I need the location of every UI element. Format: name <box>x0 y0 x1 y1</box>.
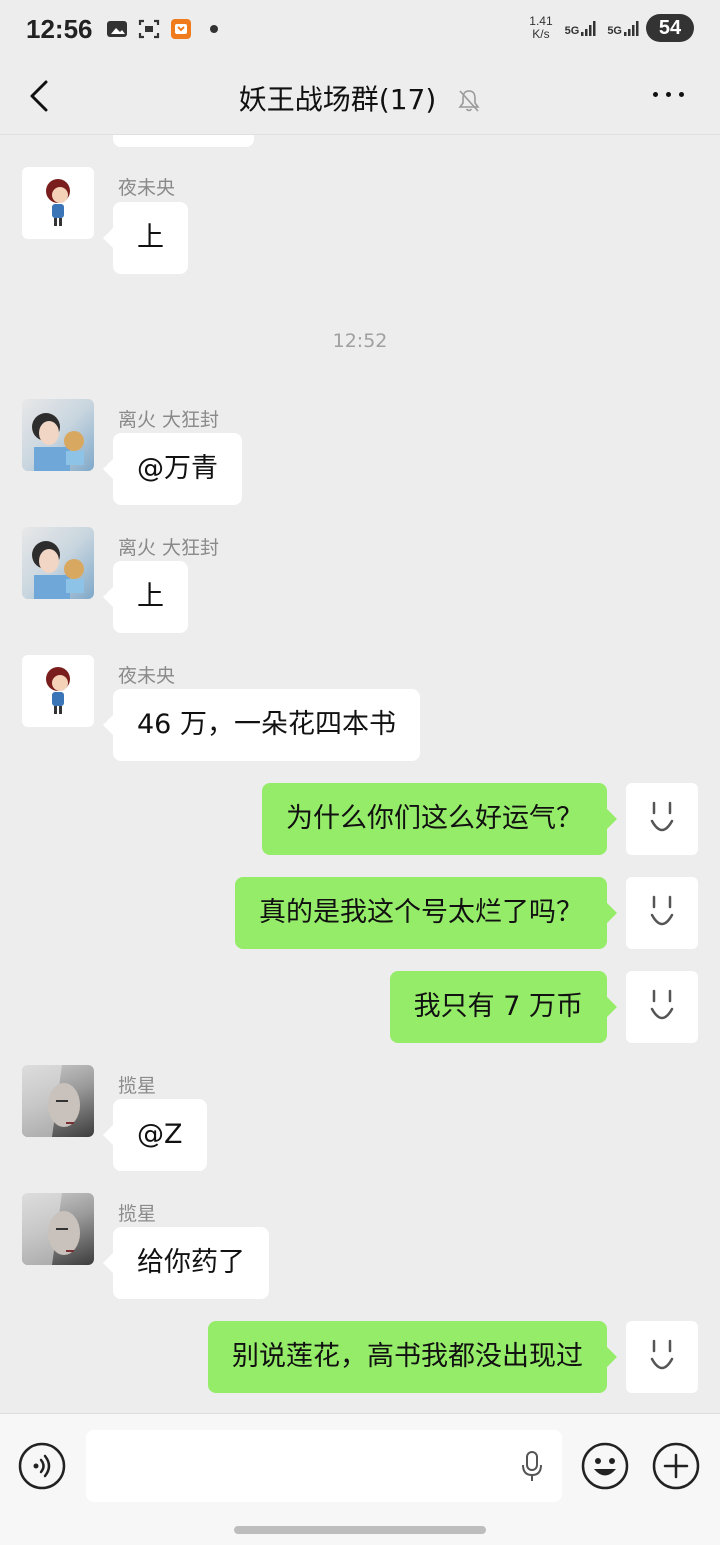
chat-header: 妖王战场群(17) <box>0 64 720 135</box>
sender-name: 揽星 <box>118 1203 157 1225</box>
message-bubble[interactable]: 为什么你们这么好运气？ <box>262 783 617 855</box>
message-bubble[interactable]: 我只有 7 万币 <box>389 971 618 1043</box>
home-indicator[interactable] <box>234 1526 486 1534</box>
voice-icon[interactable] <box>18 1442 66 1490</box>
mic-icon[interactable] <box>520 1450 544 1484</box>
network-type-1: 5G <box>564 25 580 37</box>
avatar[interactable] <box>626 783 698 855</box>
sender-name: 夜未央 <box>118 177 176 199</box>
avatar[interactable] <box>626 1321 698 1393</box>
signal-icon <box>624 21 639 36</box>
avatar[interactable] <box>22 167 94 239</box>
more-horizontal-icon[interactable] <box>653 92 684 97</box>
chat-title: 妖王战场群(17) <box>238 83 437 116</box>
message-bubble[interactable]: 上 <box>103 202 188 274</box>
signal-group-2: 5G <box>607 19 640 37</box>
message-bubble[interactable]: 真的是我这个号太烂了吗？ <box>235 877 617 949</box>
message-input[interactable] <box>86 1430 562 1502</box>
avatar[interactable] <box>22 527 94 599</box>
signal-icon <box>581 21 596 36</box>
avatar[interactable] <box>22 1193 94 1265</box>
gallery-icon <box>107 21 127 37</box>
message-bubble[interactable]: @万青 <box>103 433 242 505</box>
message-bubble[interactable]: @Z <box>103 1099 207 1171</box>
message-list[interactable]: 夜未央 上 12:52 离火 大狂封 @万青 离火 大狂封 上 夜未央 46 万… <box>0 135 720 1413</box>
network-speed-unit: K/s <box>532 27 550 41</box>
sender-name: 离火 大狂封 <box>118 537 220 559</box>
message-timestamp: 12:52 <box>332 330 388 352</box>
status-notification-icons <box>106 18 218 40</box>
signal-group-1: 5G <box>565 19 598 37</box>
sender-name: 揽星 <box>118 1075 157 1097</box>
scan-icon <box>138 19 160 39</box>
avatar[interactable] <box>626 971 698 1043</box>
partial-message-bubble[interactable] <box>113 135 254 147</box>
message-bubble[interactable]: 给你药了 <box>103 1227 269 1299</box>
battery-indicator: 54 <box>646 14 694 42</box>
avatar[interactable] <box>22 1065 94 1137</box>
emoji-icon[interactable] <box>581 1442 629 1490</box>
network-type-2: 5G <box>607 25 622 37</box>
sender-name: 离火 大狂封 <box>118 409 220 431</box>
app-notification-icon <box>171 19 191 39</box>
avatar[interactable] <box>22 399 94 471</box>
status-time: 12:56 <box>26 14 93 44</box>
avatar[interactable] <box>626 877 698 949</box>
message-bubble[interactable]: 上 <box>103 561 188 633</box>
status-right-group: 1.41 K/s 5G 5G 54 <box>529 14 694 42</box>
status-bar: 12:56 1.41 K/s 5G 5G 54 <box>0 0 720 64</box>
bell-off-icon <box>458 90 480 112</box>
plus-icon[interactable] <box>652 1442 700 1490</box>
message-bubble[interactable]: 别说莲花，高书我都没出现过 <box>208 1321 617 1393</box>
message-bubble[interactable]: 46 万，一朵花四本书 <box>103 689 420 761</box>
more-notifications-dot <box>210 25 218 33</box>
sender-name: 夜未央 <box>118 665 176 687</box>
avatar[interactable] <box>22 655 94 727</box>
chat-title-group: 妖王战场群(17) <box>0 78 720 118</box>
network-speed: 1.41 K/s <box>529 15 552 41</box>
